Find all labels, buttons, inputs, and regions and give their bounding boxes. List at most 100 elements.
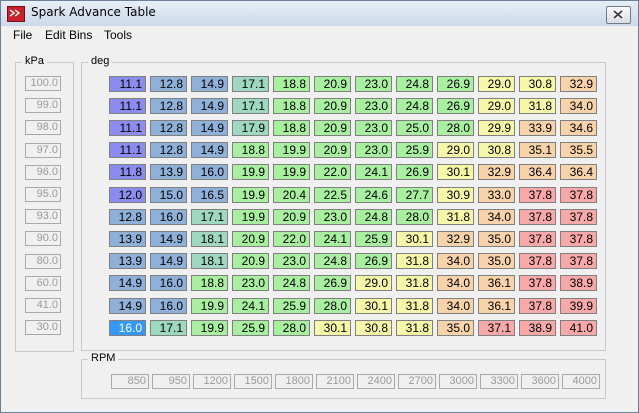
table-cell[interactable]: 14.9 bbox=[150, 253, 187, 270]
menu-file[interactable]: File bbox=[13, 28, 32, 42]
table-cell[interactable]: 32.9 bbox=[560, 75, 597, 92]
table-cell[interactable]: 17.1 bbox=[232, 97, 269, 114]
table-cell[interactable]: 32.9 bbox=[437, 230, 474, 247]
table-cell[interactable]: 31.8 bbox=[396, 275, 433, 292]
table-cell[interactable]: 36.4 bbox=[519, 164, 556, 181]
table-cell[interactable]: 37.8 bbox=[560, 186, 597, 203]
kpa-bin[interactable]: 80.0 bbox=[25, 253, 61, 269]
table-cell[interactable]: 30.1 bbox=[314, 319, 351, 336]
rpm-bin[interactable]: 3600 bbox=[521, 374, 559, 389]
table-cell[interactable]: 34.0 bbox=[560, 97, 597, 114]
table-cell[interactable]: 30.1 bbox=[355, 297, 392, 314]
table-cell[interactable]: 31.8 bbox=[519, 97, 556, 114]
table-cell[interactable]: 18.8 bbox=[232, 142, 269, 159]
table-cell[interactable]: 37.8 bbox=[519, 208, 556, 225]
table-cell[interactable]: 18.1 bbox=[191, 230, 228, 247]
table-cell[interactable]: 37.8 bbox=[560, 230, 597, 247]
table-cell[interactable]: 13.9 bbox=[109, 230, 146, 247]
table-cell[interactable]: 24.6 bbox=[355, 186, 392, 203]
table-cell[interactable]: 36.4 bbox=[560, 164, 597, 181]
table-cell[interactable]: 15.0 bbox=[150, 186, 187, 203]
menu-edit-bins[interactable]: Edit Bins bbox=[45, 28, 92, 42]
table-cell[interactable]: 37.8 bbox=[519, 275, 556, 292]
table-cell[interactable]: 31.8 bbox=[396, 319, 433, 336]
table-cell[interactable]: 29.0 bbox=[478, 75, 515, 92]
rpm-bin[interactable]: 1800 bbox=[275, 374, 313, 389]
table-cell[interactable]: 14.9 bbox=[191, 97, 228, 114]
table-cell[interactable]: 30.8 bbox=[355, 319, 392, 336]
table-cell[interactable]: 30.1 bbox=[437, 164, 474, 181]
table-cell[interactable]: 34.0 bbox=[437, 297, 474, 314]
table-cell[interactable]: 22.0 bbox=[314, 164, 351, 181]
menu-tools[interactable]: Tools bbox=[104, 28, 132, 42]
table-cell[interactable]: 11.8 bbox=[109, 164, 146, 181]
table-cell[interactable]: 20.9 bbox=[314, 119, 351, 136]
table-cell[interactable]: 12.8 bbox=[150, 119, 187, 136]
table-cell[interactable]: 19.9 bbox=[191, 319, 228, 336]
table-cell[interactable]: 18.8 bbox=[273, 97, 310, 114]
table-cell[interactable]: 37.8 bbox=[519, 230, 556, 247]
table-cell[interactable]: 14.9 bbox=[191, 142, 228, 159]
table-cell[interactable]: 26.9 bbox=[314, 275, 351, 292]
table-cell[interactable]: 18.1 bbox=[191, 253, 228, 270]
table-cell[interactable]: 28.0 bbox=[273, 319, 310, 336]
table-cell[interactable]: 31.8 bbox=[396, 297, 433, 314]
table-cell[interactable]: 16.5 bbox=[191, 186, 228, 203]
rpm-bin[interactable]: 4000 bbox=[562, 374, 600, 389]
table-cell[interactable]: 33.9 bbox=[519, 119, 556, 136]
title-bar[interactable]: Spark Advance Table bbox=[1, 1, 638, 26]
rpm-bin[interactable]: 1500 bbox=[234, 374, 272, 389]
table-cell[interactable]: 37.8 bbox=[519, 297, 556, 314]
table-cell[interactable]: 24.8 bbox=[314, 253, 351, 270]
table-cell[interactable]: 14.9 bbox=[109, 275, 146, 292]
rpm-bin[interactable]: 1200 bbox=[193, 374, 231, 389]
table-cell[interactable]: 35.0 bbox=[478, 253, 515, 270]
table-cell[interactable]: 19.9 bbox=[191, 297, 228, 314]
table-cell[interactable]: 19.9 bbox=[232, 208, 269, 225]
kpa-bin[interactable]: 90.0 bbox=[25, 231, 61, 247]
table-cell[interactable]: 22.5 bbox=[314, 186, 351, 203]
table-cell[interactable]: 16.0 bbox=[150, 208, 187, 225]
rpm-bin[interactable]: 2100 bbox=[316, 374, 354, 389]
table-cell[interactable]: 25.9 bbox=[232, 319, 269, 336]
table-cell[interactable]: 20.9 bbox=[273, 208, 310, 225]
table-cell[interactable]: 34.0 bbox=[437, 275, 474, 292]
table-cell[interactable]: 20.9 bbox=[232, 253, 269, 270]
table-cell[interactable]: 36.1 bbox=[478, 275, 515, 292]
kpa-bin[interactable]: 98.0 bbox=[25, 120, 61, 136]
rpm-bin[interactable]: 2400 bbox=[357, 374, 395, 389]
rpm-bin[interactable]: 950 bbox=[152, 374, 190, 389]
table-cell[interactable]: 16.0 bbox=[109, 319, 146, 336]
table-cell[interactable]: 29.9 bbox=[478, 119, 515, 136]
table-cell[interactable]: 13.9 bbox=[150, 164, 187, 181]
table-cell[interactable]: 17.9 bbox=[232, 119, 269, 136]
table-cell[interactable]: 11.1 bbox=[109, 142, 146, 159]
kpa-bin[interactable]: 97.0 bbox=[25, 142, 61, 158]
table-cell[interactable]: 26.9 bbox=[396, 164, 433, 181]
table-cell[interactable]: 38.9 bbox=[519, 319, 556, 336]
rpm-bin[interactable]: 2700 bbox=[398, 374, 436, 389]
table-cell[interactable]: 11.1 bbox=[109, 119, 146, 136]
table-cell[interactable]: 17.1 bbox=[191, 208, 228, 225]
table-cell[interactable]: 35.1 bbox=[519, 142, 556, 159]
table-cell[interactable]: 13.9 bbox=[109, 253, 146, 270]
table-cell[interactable]: 24.1 bbox=[232, 297, 269, 314]
table-cell[interactable]: 23.0 bbox=[355, 97, 392, 114]
table-cell[interactable]: 17.1 bbox=[232, 75, 269, 92]
table-cell[interactable]: 20.9 bbox=[232, 230, 269, 247]
table-cell[interactable]: 23.0 bbox=[355, 75, 392, 92]
table-cell[interactable]: 24.8 bbox=[355, 208, 392, 225]
table-cell[interactable]: 19.9 bbox=[273, 142, 310, 159]
table-cell[interactable]: 18.8 bbox=[273, 75, 310, 92]
table-cell[interactable]: 19.9 bbox=[273, 164, 310, 181]
table-cell[interactable]: 12.8 bbox=[150, 97, 187, 114]
table-cell[interactable]: 16.0 bbox=[150, 297, 187, 314]
table-cell[interactable]: 37.8 bbox=[519, 253, 556, 270]
table-cell[interactable]: 24.1 bbox=[355, 164, 392, 181]
table-cell[interactable]: 26.9 bbox=[437, 75, 474, 92]
table-cell[interactable]: 32.9 bbox=[478, 164, 515, 181]
kpa-bin[interactable]: 95.0 bbox=[25, 187, 61, 202]
table-cell[interactable]: 24.8 bbox=[396, 97, 433, 114]
table-cell[interactable]: 20.9 bbox=[314, 97, 351, 114]
table-cell[interactable]: 31.8 bbox=[396, 253, 433, 270]
